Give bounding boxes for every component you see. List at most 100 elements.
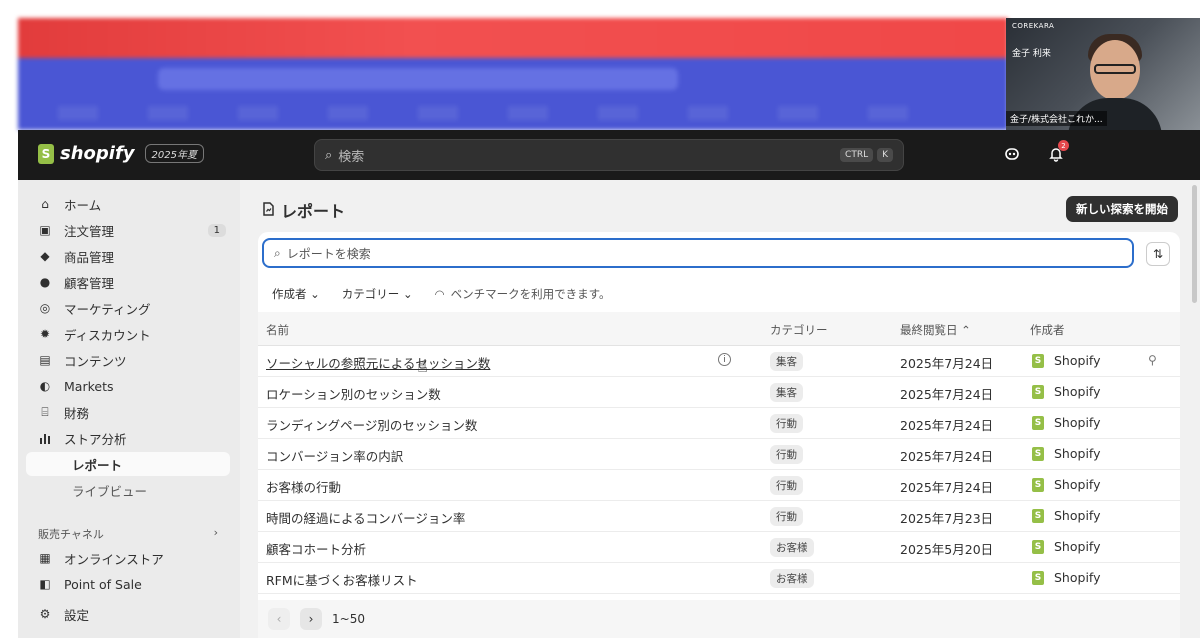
last-viewed-date: 2025年7月24日 xyxy=(900,356,994,371)
globe-icon: ◐ xyxy=(39,379,51,393)
sort-button[interactable]: ⇅ xyxy=(1146,242,1170,266)
table-row[interactable]: ソーシャルの参照元によるセッション数 i 集客 2025年7月24日 S Shop… xyxy=(258,346,1180,377)
sidebar-item-label: 設定 xyxy=(64,607,90,623)
report-name[interactable]: ソーシャルの参照元によるセッション数 xyxy=(266,353,490,372)
notification-bell-icon[interactable]: 2 xyxy=(1046,140,1069,164)
page-scrollbar[interactable] xyxy=(1192,185,1197,303)
pin-icon[interactable]: ⚲ xyxy=(1148,353,1157,367)
col-name[interactable]: 名前 xyxy=(266,322,289,338)
content-icon: ▤ xyxy=(39,353,51,367)
info-icon[interactable]: i xyxy=(718,353,731,366)
table-row[interactable]: ロケーション別のセッション数 集客 2025年7月24日 S Shopify xyxy=(258,377,1180,408)
sidebar-item-content[interactable]: ▤ コンテンツ xyxy=(26,348,230,372)
sidebar-item-discounts[interactable]: ✹ ディスカウント xyxy=(26,322,230,346)
table-row[interactable]: 顧客コホート分析 お客様 2025年5月20日 S Shopify xyxy=(258,532,1180,563)
assistant-icon[interactable] xyxy=(1002,144,1022,164)
sidebar-item-label: ライブビュー xyxy=(72,483,148,499)
category-tag: お客様 xyxy=(770,538,814,557)
report-name[interactable]: ロケーション別のセッション数 xyxy=(266,384,441,403)
global-search[interactable]: ⌕ 検索 CTRL K xyxy=(314,139,904,171)
new-exploration-button[interactable]: 新しい探索を開始 xyxy=(1066,196,1178,222)
col-creator[interactable]: 作成者 xyxy=(1030,322,1065,338)
shortcut-k: K xyxy=(877,148,893,162)
sidebar-item-pos[interactable]: ◧ Point of Sale xyxy=(26,572,230,596)
pagination: ‹ › 1~50 xyxy=(258,600,1180,638)
webcam-name: 金子 利来 xyxy=(1012,49,1051,59)
gear-icon: ⚙ xyxy=(39,607,51,621)
category-tag: 行動 xyxy=(770,414,803,433)
report-name[interactable]: 顧客コホート分析 xyxy=(266,539,366,558)
sidebar-item-marketing[interactable]: ◎ マーケティング xyxy=(26,296,230,320)
shopify-bag-icon: S xyxy=(1032,508,1044,523)
person-icon: ● xyxy=(39,275,51,289)
chevron-down-icon: ⌄ xyxy=(310,287,320,301)
col-last-viewed[interactable]: 最終閲覧日 ⌃ xyxy=(900,322,971,338)
sidebar-item-settings[interactable]: ⚙ 設定 xyxy=(26,602,230,626)
report-doc-icon xyxy=(262,201,275,220)
gauge-icon: ◠ xyxy=(434,287,445,301)
next-page-button[interactable]: › xyxy=(300,608,322,630)
table-row[interactable]: RFMに基づくお客様リスト お客様 S Shopify xyxy=(258,563,1180,594)
report-name[interactable]: ランディングページ別のセッション数 xyxy=(266,415,477,434)
edition-badge: 2025年夏 xyxy=(144,144,204,163)
sidebar-item-label: ホーム xyxy=(64,197,102,213)
table-row[interactable]: ランディングページ別のセッション数 行動 2025年7月24日 S Shopify xyxy=(258,408,1180,439)
sidebar-item-label: Point of Sale xyxy=(64,576,142,592)
sidebar-item-markets[interactable]: ◐ Markets xyxy=(26,374,230,398)
hand-cursor-icon: ☝ xyxy=(417,356,428,377)
admin-topbar: S shopify 2025年夏 ⌕ 検索 CTRL K 2 xyxy=(18,130,1200,180)
webcam-brand: COREKARA xyxy=(1012,22,1055,30)
last-viewed-date: 2025年7月24日 xyxy=(900,449,994,464)
report-search-input[interactable]: ⌕ レポートを検索 xyxy=(262,238,1134,268)
category-tag: お客様 xyxy=(770,569,814,588)
last-viewed-date: 2025年7月24日 xyxy=(900,418,994,433)
shopify-bag-icon: S xyxy=(1032,446,1044,461)
table-row[interactable]: コンバージョン率の内訳 行動 2025年7月24日 S Shopify xyxy=(258,439,1180,470)
shortcut-ctrl: CTRL xyxy=(840,148,874,162)
sidebar-item-live-view[interactable]: ライブビュー xyxy=(26,478,230,502)
sidebar-item-customers[interactable]: ● 顧客管理 xyxy=(26,270,230,294)
last-viewed-date: 2025年7月24日 xyxy=(900,480,994,495)
sidebar-item-online-store[interactable]: ▦ オンラインストア xyxy=(26,546,230,570)
report-name[interactable]: 時間の経過によるコンバージョン率 xyxy=(266,508,465,527)
main-content: レポート 新しい探索を開始 ⌕ レポートを検索 ⇅ 作成者 ⌄ カテゴリー ⌄ … xyxy=(240,180,1200,638)
sidebar-item-label: Markets xyxy=(64,378,114,394)
chevron-right-icon: › xyxy=(213,526,218,539)
filter-creator[interactable]: 作成者 ⌄ xyxy=(272,286,320,302)
sidebar-item-label: 顧客管理 xyxy=(64,275,115,291)
shopify-logo[interactable]: S shopify 2025年夏 xyxy=(38,143,204,164)
report-search-placeholder: レポートを検索 xyxy=(286,246,371,261)
sidebar-item-label: レポート xyxy=(72,457,123,473)
target-icon: ◎ xyxy=(39,301,51,315)
blurred-tabs xyxy=(18,18,1008,58)
sidebar-item-reports[interactable]: レポート xyxy=(26,452,230,476)
category-tag: 集客 xyxy=(770,352,803,371)
shopify-bag-icon: S xyxy=(1032,415,1044,430)
col-category[interactable]: カテゴリー xyxy=(770,322,828,338)
shopify-bag-icon: S xyxy=(1032,570,1044,585)
search-icon: ⌕ xyxy=(325,147,333,163)
shopify-bag-icon: S xyxy=(1032,353,1044,368)
sidebar-item-label: 財務 xyxy=(64,405,90,421)
sidebar-item-orders[interactable]: ▣ 注文管理 1 xyxy=(26,218,230,242)
filter-category[interactable]: カテゴリー ⌄ xyxy=(342,286,413,302)
table-row[interactable]: お客様の行動 行動 2025年7月24日 S Shopify xyxy=(258,470,1180,501)
notification-badge: 2 xyxy=(1058,140,1069,151)
sidebar-item-label: コンテンツ xyxy=(64,353,127,369)
sidebar-item-analytics[interactable]: ストア分析 xyxy=(26,426,230,450)
prev-page-button[interactable]: ‹ xyxy=(268,608,290,630)
page-title-text: レポート xyxy=(281,202,346,221)
sidebar-item-label: オンラインストア xyxy=(64,551,164,567)
pagination-range: 1~50 xyxy=(332,612,365,626)
sidebar-item-finance[interactable]: ⌸ 財務 xyxy=(26,400,230,424)
sidebar-item-label: ディスカウント xyxy=(64,327,151,343)
table-row[interactable]: 時間の経過によるコンバージョン率 行動 2025年7月23日 S Shopify xyxy=(258,501,1180,532)
sidebar-item-products[interactable]: ◆ 商品管理 xyxy=(26,244,230,268)
creator-cell: S Shopify xyxy=(1032,539,1101,554)
sidebar-item-home[interactable]: ⌂ ホーム xyxy=(26,192,230,216)
report-name[interactable]: お客様の行動 xyxy=(266,477,341,496)
sales-channels-header[interactable]: 販売チャネル › xyxy=(38,526,218,542)
report-name[interactable]: コンバージョン率の内訳 xyxy=(266,446,403,465)
creator-cell: S Shopify xyxy=(1032,353,1101,368)
report-name[interactable]: RFMに基づくお客様リスト xyxy=(266,570,418,589)
